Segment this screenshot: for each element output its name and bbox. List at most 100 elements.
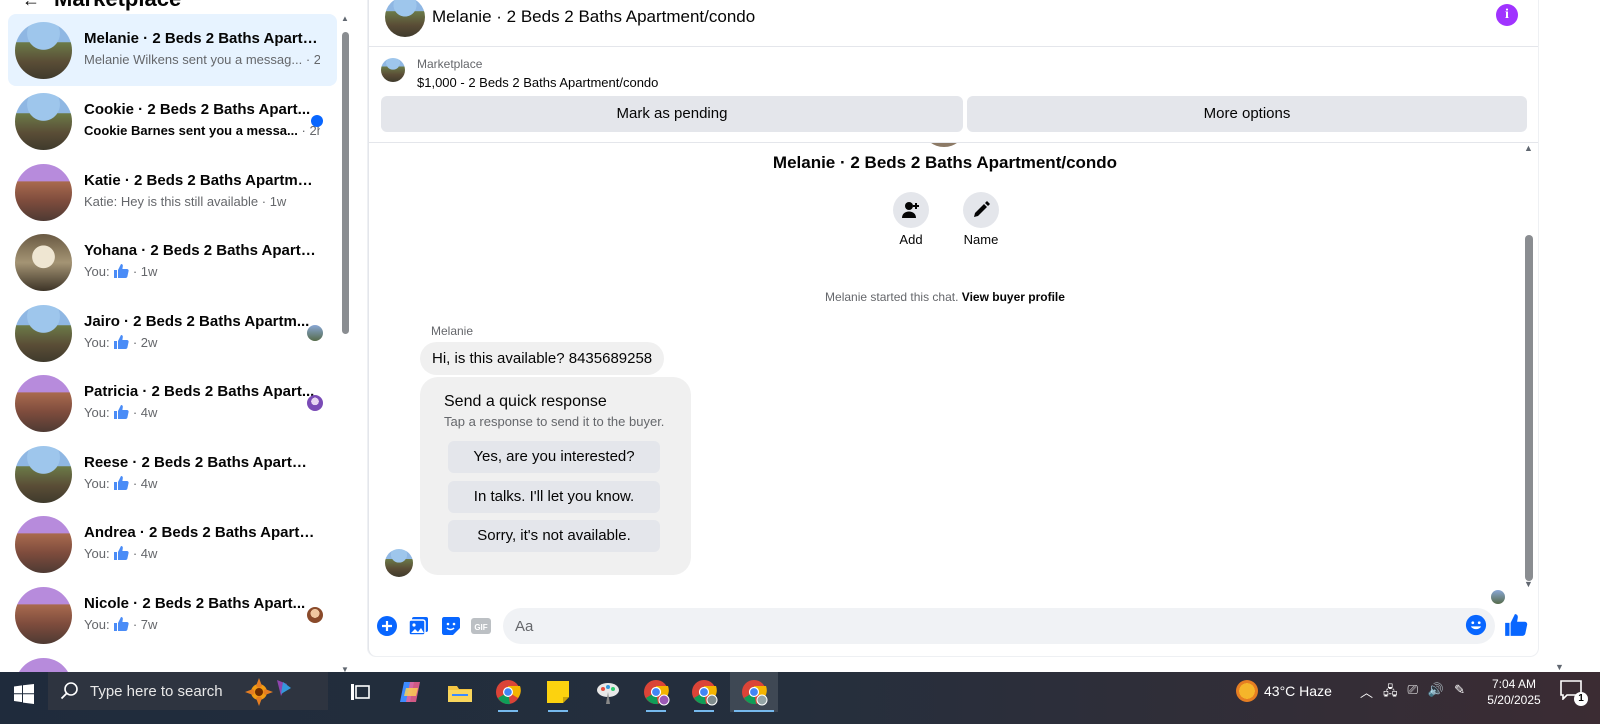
weather-widget[interactable]: 43°C Haze xyxy=(1236,680,1332,702)
conversation-item[interactable]: Yohana · 2 Beds 2 Baths Apartm... You: ·… xyxy=(8,226,337,298)
taskbar-search-box[interactable]: Type here to search xyxy=(48,672,328,710)
listing-thumbnail xyxy=(15,446,72,503)
message-input[interactable] xyxy=(503,608,1495,644)
file-explorer-icon[interactable] xyxy=(446,678,474,706)
running-indicator xyxy=(694,710,714,712)
mark-as-pending-button[interactable]: Mark as pending xyxy=(381,96,963,132)
volume-icon[interactable]: 🔊 xyxy=(1428,682,1444,704)
listing-thumbnail xyxy=(15,164,72,221)
conversation-item[interactable]: Katie · 2 Beds 2 Baths Apartmen... Katie… xyxy=(8,156,337,228)
sticky-notes-icon[interactable] xyxy=(544,678,572,706)
conversation-title: Cookie · 2 Beds 2 Baths Apart... xyxy=(84,101,311,118)
sticker-icon[interactable] xyxy=(439,614,463,638)
task-view-icon[interactable] xyxy=(346,678,374,706)
thread-title: Melanie · 2 Beds 2 Baths Apartment/condo xyxy=(772,153,1118,172)
chevron-up-icon[interactable]: ︿ xyxy=(1360,682,1373,704)
listing-thumbnail xyxy=(15,587,72,644)
quick-response-button[interactable]: In talks. I'll let you know. xyxy=(448,481,660,513)
system-tray: ︿ 🖧 ⎚ 🔊 ✎ xyxy=(1360,682,1465,704)
seen-avatar xyxy=(1491,590,1505,604)
scroll-up-icon[interactable]: ▲ xyxy=(1524,143,1533,153)
listing-price-title[interactable]: $1,000 - 2 Beds 2 Baths Apartment/condo xyxy=(417,75,658,90)
conversation-title: Yohana · 2 Beds 2 Baths Apartm... xyxy=(84,242,320,259)
seen-avatar xyxy=(307,607,323,623)
running-indicator xyxy=(646,710,666,712)
conversation-item[interactable]: Patricia · 2 Beds 2 Baths Apart... You: … xyxy=(8,367,337,439)
conversation-title: Melanie · 2 Beds 2 Baths Apartm... xyxy=(84,30,320,47)
notification-center-icon[interactable]: 1 xyxy=(1560,680,1588,706)
scroll-down-icon[interactable]: ▼ xyxy=(1524,579,1533,589)
listing-thumbnail[interactable] xyxy=(381,58,405,82)
pen-icon[interactable]: ✎ xyxy=(1454,682,1465,704)
running-indicator xyxy=(498,710,518,712)
chrome-profile-icon[interactable] xyxy=(690,678,718,706)
add-label: Add xyxy=(899,232,923,247)
view-buyer-profile-link[interactable]: View buyer profile xyxy=(962,290,1065,304)
conversation-preview: You: · 4w xyxy=(84,405,158,420)
quick-response-card: Send a quick response Tap a response to … xyxy=(420,377,691,575)
paint-icon[interactable] xyxy=(594,678,622,706)
search-icon xyxy=(60,682,78,700)
search-highlight-icon xyxy=(244,678,291,706)
thumbs-up-icon xyxy=(113,476,129,493)
conversation-item[interactable]: Nicole · 2 Beds 2 Baths Apart... You: · … xyxy=(8,579,337,651)
meet-now-icon[interactable]: ⎚ xyxy=(1408,682,1418,704)
scroll-up-icon[interactable]: ▲ xyxy=(340,14,350,23)
windows-start-icon[interactable] xyxy=(14,684,34,704)
sender-avatar[interactable] xyxy=(385,549,413,577)
name-label: Name xyxy=(963,232,999,247)
conversation-item[interactable]: Reese · 2 Beds 2 Baths Apartme... You: ·… xyxy=(8,438,337,510)
conversation-item[interactable]: Melanie · 2 Beds 2 Baths Apartm... Melan… xyxy=(8,14,337,86)
quick-response-button[interactable]: Yes, are you interested? xyxy=(448,441,660,473)
back-arrow-icon[interactable]: ← xyxy=(22,0,40,10)
message-thread: Melanie · 2 Beds 2 Baths Apartment/condo… xyxy=(369,143,1521,603)
plus-icon[interactable] xyxy=(375,614,399,638)
conversation-preview: You: · 2w xyxy=(84,335,158,350)
emoji-icon[interactable] xyxy=(1465,614,1487,636)
thumbs-up-icon xyxy=(113,546,129,563)
conversation-item[interactable]: Andrea · 2 Beds 2 Baths Apartm... You: ·… xyxy=(8,508,337,580)
seen-avatar xyxy=(307,325,323,341)
photo-icon[interactable] xyxy=(407,614,431,638)
page-scrollbar[interactable]: ▼ xyxy=(1552,0,1568,672)
network-icon[interactable]: 🖧 xyxy=(1383,682,1398,704)
thumbs-up-icon xyxy=(113,264,129,281)
profile-photo xyxy=(924,143,964,147)
sender-name: Melanie xyxy=(431,324,474,338)
more-options-button[interactable]: More options xyxy=(967,96,1527,132)
chrome-icon[interactable] xyxy=(494,678,522,706)
conversation-title: Patricia · 2 Beds 2 Baths Apart... xyxy=(84,383,315,400)
conversation-item[interactable]: Jairo · 2 Beds 2 Baths Apartm... You: · … xyxy=(8,297,337,369)
chrome-profile-icon[interactable] xyxy=(740,678,768,706)
windows-taskbar: Type here to search 43°C Haze ︿ 🖧 ⎚ 🔊 ✎ … xyxy=(0,672,1600,724)
quick-response-button[interactable]: Sorry, it's not available. xyxy=(448,520,660,552)
add-people-button[interactable] xyxy=(893,192,929,228)
add-person-icon xyxy=(902,202,919,218)
message-bubble[interactable]: Hi, is this available? 8435689258 xyxy=(420,342,665,375)
thread-scrollbar[interactable]: ▲ ▼ xyxy=(1521,143,1537,603)
conversation-list-scrollbar[interactable]: ▲ ▼ xyxy=(338,14,352,674)
listing-thumbnail xyxy=(15,375,72,432)
gif-icon[interactable]: GIF xyxy=(469,614,493,638)
conversation-item[interactable]: Cookie · 2 Beds 2 Baths Apart... Cookie … xyxy=(8,85,337,157)
quick-response-title: Send a quick response xyxy=(444,393,607,410)
seen-avatar xyxy=(307,395,323,411)
scroll-down-icon[interactable]: ▼ xyxy=(1555,662,1564,672)
pencil-icon xyxy=(974,201,990,217)
running-indicator xyxy=(548,710,568,712)
chrome-profile-icon[interactable] xyxy=(642,678,670,706)
scrollbar-thumb[interactable] xyxy=(1525,235,1533,581)
info-icon[interactable]: i xyxy=(1496,4,1518,26)
chat-title[interactable]: Melanie · 2 Beds 2 Baths Apartment/condo xyxy=(432,7,755,27)
unread-dot-icon xyxy=(311,115,323,127)
copilot-icon[interactable] xyxy=(396,678,424,706)
quick-response-subtitle: Tap a response to send it to the buyer. xyxy=(444,414,665,429)
chat-avatar[interactable] xyxy=(385,0,425,37)
conversation-preview: You: · 4w xyxy=(84,476,158,493)
clock[interactable]: 7:04 AM 5/20/2025 xyxy=(1486,676,1542,708)
thumbs-up-icon[interactable] xyxy=(1503,612,1529,638)
scrollbar-thumb[interactable] xyxy=(342,32,349,334)
name-chat-button[interactable] xyxy=(963,192,999,228)
chat-started-notice: Melanie started this chat. View buyer pr… xyxy=(825,290,1065,304)
conversation-title: Nicole · 2 Beds 2 Baths Apart... xyxy=(84,595,306,612)
